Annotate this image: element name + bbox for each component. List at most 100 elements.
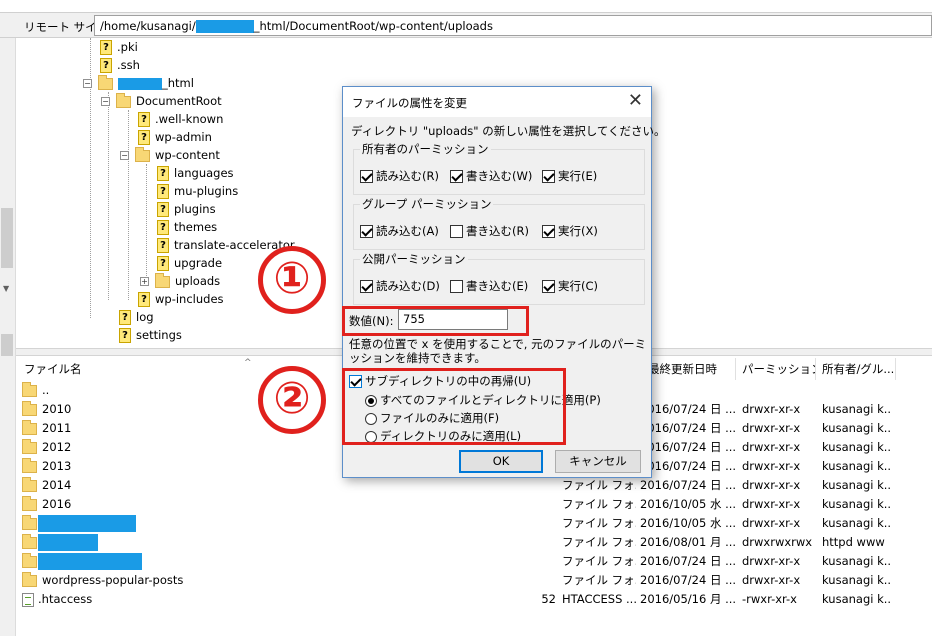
checkbox-checked-icon bbox=[450, 170, 463, 183]
unknown-icon: ? bbox=[138, 112, 150, 127]
tree-item[interactable]: − DocumentRoot bbox=[101, 92, 222, 110]
group-write-checkbox[interactable]: 書き込む(R) bbox=[450, 223, 529, 239]
tree-item[interactable]: ? .pki bbox=[100, 38, 138, 56]
tree-item[interactable]: ? settings bbox=[119, 326, 182, 344]
folder-icon bbox=[22, 495, 37, 511]
unknown-icon: ? bbox=[119, 328, 131, 343]
folder-icon bbox=[22, 552, 37, 568]
redacted-block bbox=[118, 77, 162, 90]
remote-path-field[interactable]: /home/kusanagi/ _html/DocumentRoot/wp-con… bbox=[94, 15, 932, 36]
unknown-icon: ? bbox=[119, 310, 131, 325]
tree-item[interactable]: ? mu-plugins bbox=[157, 182, 238, 200]
unknown-icon: ? bbox=[138, 130, 150, 145]
group-read-checkbox[interactable]: 読み込む(A) bbox=[360, 223, 439, 239]
tree-item[interactable]: − wp-content bbox=[120, 146, 220, 164]
folder-icon bbox=[22, 419, 37, 435]
public-exec-checkbox[interactable]: 実行(C) bbox=[542, 278, 598, 294]
unknown-icon: ? bbox=[100, 58, 112, 73]
dialog-titlebar: ファイルの属性を変更 ✕ bbox=[343, 87, 651, 117]
owner-exec-checkbox[interactable]: 実行(E) bbox=[542, 168, 597, 184]
folder-icon bbox=[22, 533, 37, 549]
tree-item-uploads[interactable]: + uploads bbox=[140, 272, 220, 290]
checkbox-checked-icon bbox=[542, 170, 555, 183]
dialog-title: ファイルの属性を変更 bbox=[352, 96, 467, 110]
tree-item[interactable]: ? upgrade bbox=[157, 254, 222, 272]
file-icon bbox=[22, 592, 34, 607]
folder-icon bbox=[116, 92, 131, 108]
folder-icon bbox=[22, 476, 37, 492]
expand-icon[interactable]: + bbox=[140, 277, 149, 286]
dialog-description: ディレクトリ "uploads" の新しい属性を選択してください。 bbox=[351, 124, 666, 138]
tree-item-html[interactable]: − _html bbox=[83, 74, 194, 92]
annotation-box-recurse bbox=[342, 368, 566, 445]
checkbox-checked-icon bbox=[542, 225, 555, 238]
unknown-icon: ? bbox=[157, 184, 169, 199]
redacted-block bbox=[38, 553, 142, 570]
collapse-icon[interactable]: − bbox=[101, 97, 110, 106]
checkbox-unchecked-icon bbox=[450, 225, 463, 238]
collapse-icon[interactable]: − bbox=[83, 79, 92, 88]
tree-item[interactable]: ? wp-includes bbox=[138, 290, 224, 308]
scroll-thumb[interactable] bbox=[1, 334, 13, 356]
unknown-icon: ? bbox=[157, 220, 169, 235]
column-header-perms[interactable]: パーミッション bbox=[736, 358, 816, 380]
scroll-thumb[interactable] bbox=[1, 208, 13, 268]
group-exec-checkbox[interactable]: 実行(X) bbox=[542, 223, 598, 239]
annotation-marker-two: ② bbox=[258, 366, 326, 434]
redacted-block bbox=[38, 515, 136, 532]
cancel-button[interactable]: キャンセル bbox=[555, 450, 641, 473]
sort-arrow-icon: ^ bbox=[244, 358, 252, 368]
permission-hint: 任意の位置で x を使用することで, 元のファイルのパーミッションを維持できます… bbox=[349, 337, 647, 365]
left-scrollbar[interactable]: ▼ bbox=[0, 38, 16, 636]
tree-item[interactable]: ? log bbox=[119, 308, 154, 326]
folder-icon bbox=[22, 571, 37, 587]
tree-item[interactable]: ? .ssh bbox=[100, 56, 140, 74]
public-read-checkbox[interactable]: 読み込む(D) bbox=[360, 278, 440, 294]
file-row[interactable]: ファイル フォ...2016/10/05 水 ...drwxr-xr-xkusa… bbox=[16, 514, 932, 533]
file-row[interactable]: ファイル フォ...2016/07/24 日 ...drwxr-xr-xkusa… bbox=[16, 552, 932, 571]
group-permissions-group: グループ パーミッション 読み込む(A) 書き込む(R) 実行(X) bbox=[353, 196, 645, 250]
annotation-marker-one: ① bbox=[258, 246, 326, 314]
tree-item[interactable]: ? languages bbox=[157, 164, 234, 182]
folder-icon bbox=[22, 514, 37, 530]
column-header-owner[interactable]: 所有者/グル... bbox=[816, 358, 896, 380]
path-prefix: /home/kusanagi/ bbox=[100, 19, 196, 33]
tree-item[interactable]: ? wp-admin bbox=[138, 128, 212, 146]
unknown-icon: ? bbox=[157, 256, 169, 271]
file-row[interactable]: 2014ファイル フォ...2016/07/24 日 ...drwxr-xr-x… bbox=[16, 476, 932, 495]
owner-read-checkbox[interactable]: 読み込む(R) bbox=[360, 168, 439, 184]
column-header-modified[interactable]: 最終更新日時 bbox=[638, 358, 736, 380]
close-icon[interactable]: ✕ bbox=[628, 90, 643, 111]
unknown-icon: ? bbox=[100, 40, 112, 55]
remote-site-bar: リモート サイト: /home/kusanagi/_html/DocumentR… bbox=[0, 12, 932, 38]
unknown-icon: ? bbox=[157, 238, 169, 253]
file-row[interactable]: ファイル フォ...2016/08/01 月 ...drwxrwxrwxhttp… bbox=[16, 533, 932, 552]
tree-item[interactable]: ? plugins bbox=[157, 200, 216, 218]
unknown-icon: ? bbox=[138, 292, 150, 307]
checkbox-checked-icon bbox=[360, 170, 373, 183]
file-row[interactable]: 2016ファイル フォ...2016/10/05 水 ...drwxr-xr-x… bbox=[16, 495, 932, 514]
folder-icon bbox=[155, 272, 170, 288]
public-write-checkbox[interactable]: 書き込む(E) bbox=[450, 278, 528, 294]
path-suffix: _html/DocumentRoot/wp-content/uploads bbox=[253, 19, 493, 33]
folder-icon bbox=[22, 457, 37, 473]
folder-icon bbox=[22, 381, 37, 397]
collapse-icon[interactable]: − bbox=[120, 151, 129, 160]
folder-icon bbox=[98, 74, 113, 90]
ok-button[interactable]: OK bbox=[459, 450, 543, 473]
scroll-down-arrow-icon[interactable]: ▼ bbox=[3, 284, 9, 293]
unknown-icon: ? bbox=[157, 166, 169, 181]
file-row[interactable]: wordpress-popular-postsファイル フォ...2016/07… bbox=[16, 571, 932, 590]
checkbox-checked-icon bbox=[360, 225, 373, 238]
checkbox-checked-icon bbox=[542, 280, 555, 293]
owner-write-checkbox[interactable]: 書き込む(W) bbox=[450, 168, 532, 184]
owner-permissions-group: 所有者のパーミッション 読み込む(R) 書き込む(W) 実行(E) bbox=[353, 141, 645, 195]
annotation-box-numeric bbox=[342, 306, 529, 336]
tree-item[interactable]: ? .well-known bbox=[138, 110, 223, 128]
file-row[interactable]: .htaccess 52 HTACCESS ... 2016/05/16 月 ... -… bbox=[16, 590, 932, 609]
folder-icon bbox=[22, 438, 37, 454]
public-permissions-group: 公開パーミッション 読み込む(D) 書き込む(E) 実行(C) bbox=[353, 251, 645, 305]
redacted-block bbox=[38, 534, 98, 551]
tree-item[interactable]: ? themes bbox=[157, 218, 217, 236]
checkbox-checked-icon bbox=[360, 280, 373, 293]
